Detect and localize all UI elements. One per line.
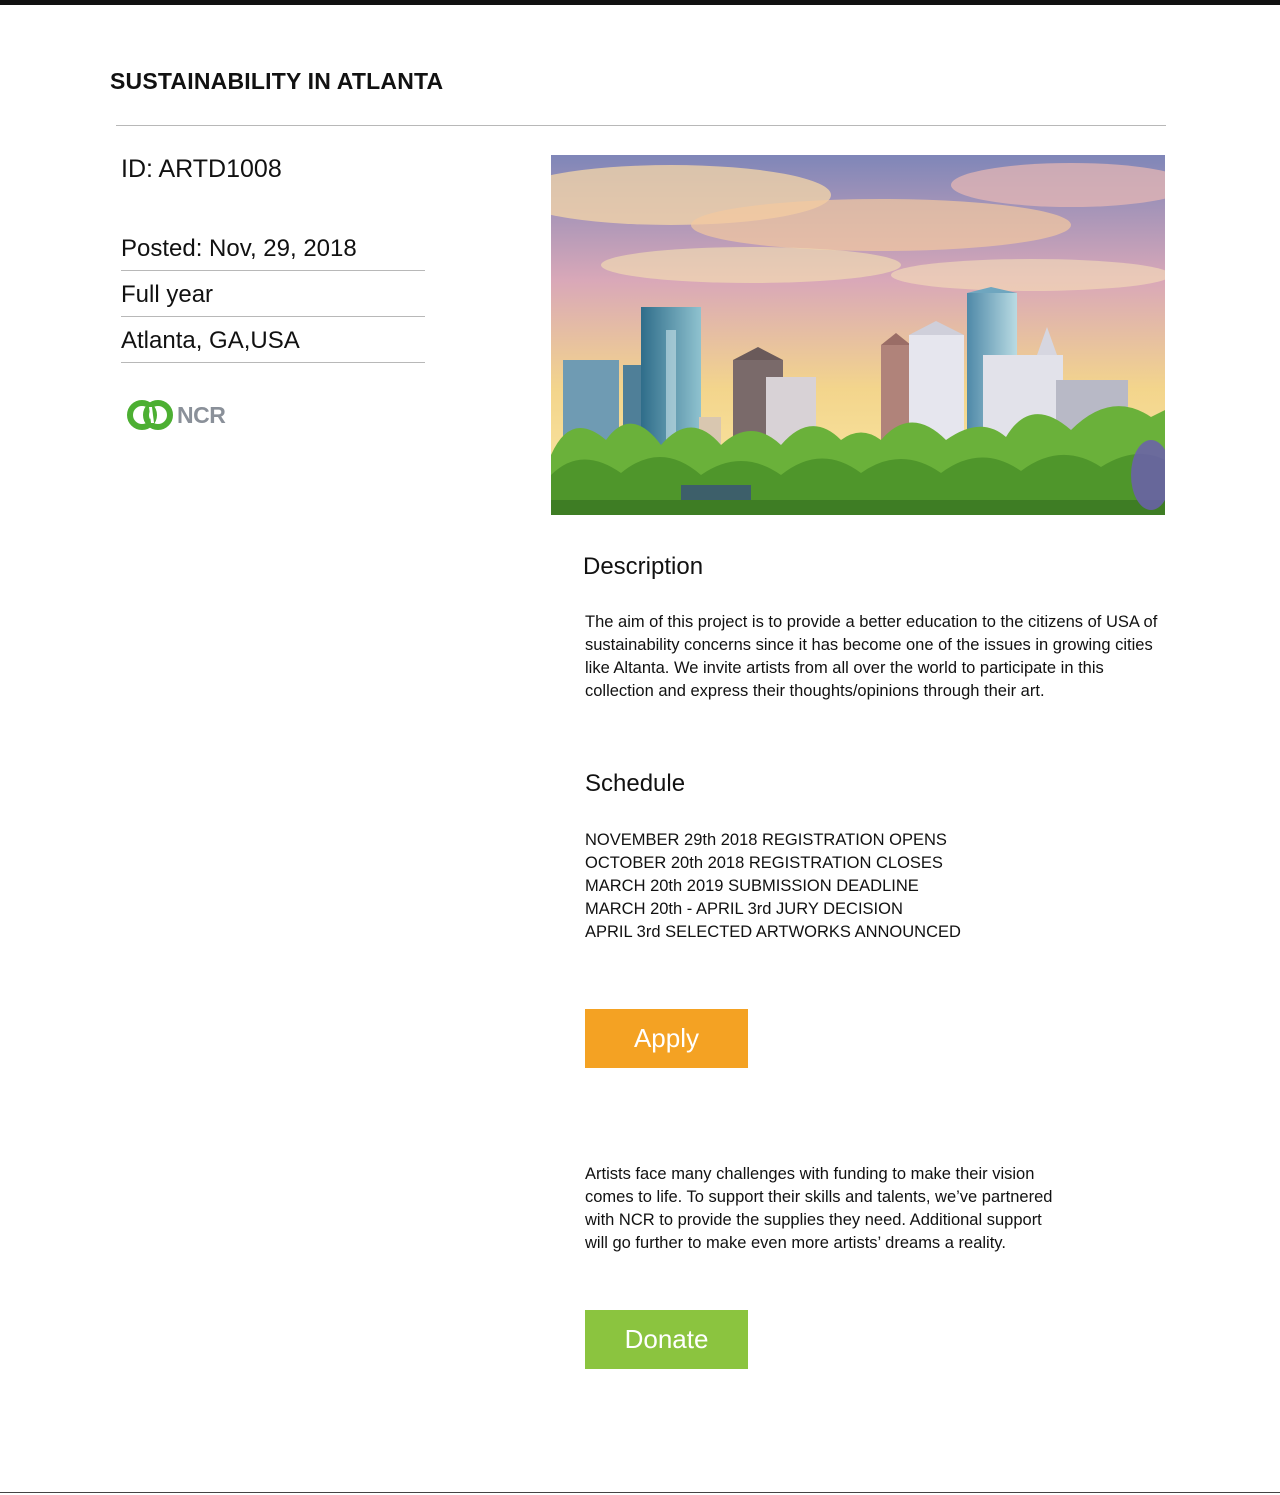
support-line: will go further to make even more artist… <box>585 1234 1006 1252</box>
posted-date: Posted: Nov, 29, 2018 <box>121 226 425 271</box>
schedule-list: NOVEMBER 29th 2018 REGISTRATION OPENS OC… <box>585 829 961 944</box>
title-divider <box>116 125 1166 126</box>
schedule-item: APRIL 3rd SELECTED ARTWORKS ANNOUNCED <box>585 923 961 941</box>
description-line: like Altanta. We invite artists from all… <box>585 659 1104 677</box>
support-text: Artists face many challenges with fundin… <box>585 1163 1085 1255</box>
project-id: ID: ARTD1008 <box>121 155 282 183</box>
support-line: Artists face many challenges with fundin… <box>585 1165 1035 1183</box>
description-text: The aim of this project is to provide a … <box>585 611 1195 703</box>
bottom-divider <box>0 1492 1280 1493</box>
schedule-item: NOVEMBER 29th 2018 REGISTRATION OPENS <box>585 831 947 849</box>
atlanta-skyline-image <box>551 155 1165 515</box>
support-line: comes to life. To support their skills a… <box>585 1188 1053 1206</box>
schedule-item: MARCH 20th 2019 SUBMISSION DEADLINE <box>585 877 919 895</box>
schedule-heading: Schedule <box>585 770 686 797</box>
description-line: collection and express their thoughts/op… <box>585 682 1045 700</box>
ncr-rings-icon <box>127 400 173 430</box>
project-meta-list: Posted: Nov, 29, 2018 Full year Atlanta,… <box>121 226 425 363</box>
top-border <box>0 0 1280 5</box>
page-title: SUSTAINABILITY IN ATLANTA <box>110 68 444 94</box>
description-line: The aim of this project is to provide a … <box>585 613 1158 631</box>
support-line: with NCR to provide the supplies they ne… <box>585 1211 1042 1229</box>
schedule-item: MARCH 20th - APRIL 3rd JURY DECISION <box>585 900 903 918</box>
schedule-item: OCTOBER 20th 2018 REGISTRATION CLOSES <box>585 854 943 872</box>
location: Atlanta, GA,USA <box>121 318 425 363</box>
ncr-logo: NCR <box>127 398 226 432</box>
description-heading: Description <box>583 553 704 580</box>
ncr-logo-text: NCR <box>177 401 226 428</box>
duration: Full year <box>121 272 425 317</box>
donate-button[interactable]: Donate <box>585 1310 748 1369</box>
description-line: sustainability concerns since it has bec… <box>585 636 1153 654</box>
apply-button[interactable]: Apply <box>585 1009 748 1068</box>
